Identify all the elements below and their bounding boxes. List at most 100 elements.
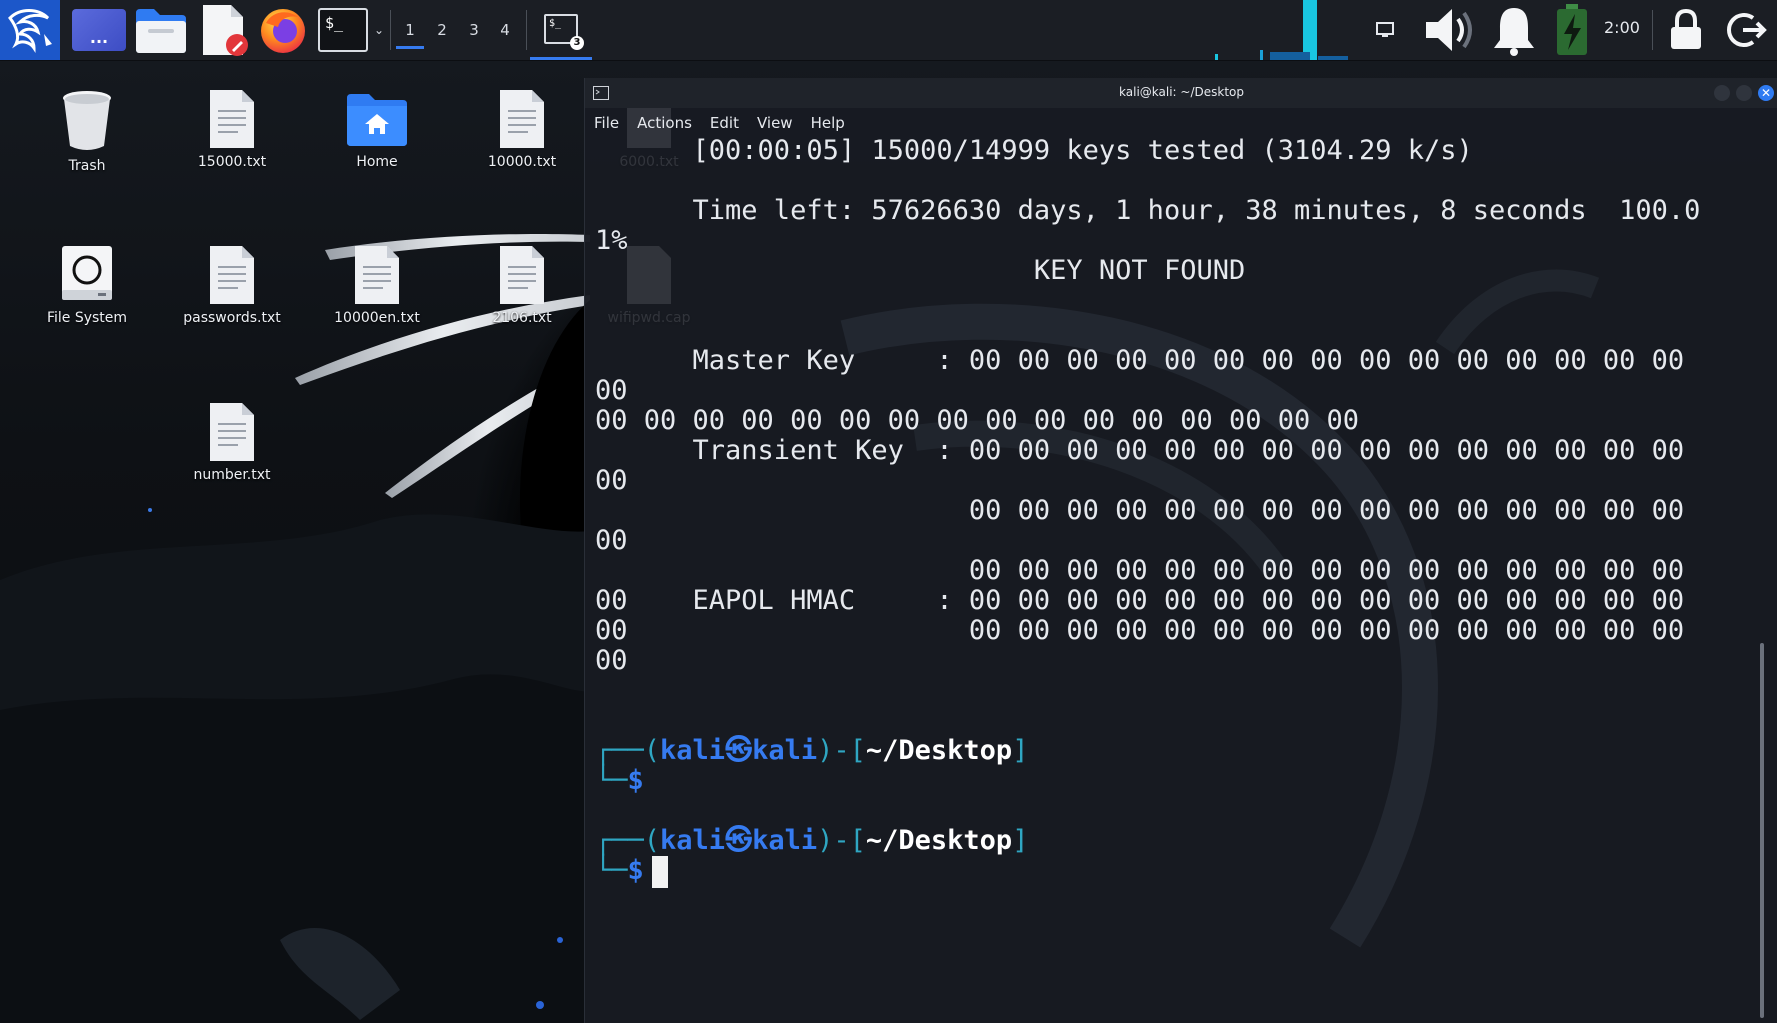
minimize-button[interactable]	[1714, 85, 1730, 101]
terminal-titlebar[interactable]: kali@kali: ~/Desktop ✕	[585, 78, 1777, 108]
desktop-icon-passwords-txt[interactable]: passwords.txt	[167, 246, 297, 326]
desktop-icon-label: 2106.txt	[492, 310, 552, 326]
prompt-host: kali	[752, 825, 818, 856]
lock-screen-button[interactable]	[1664, 0, 1708, 60]
terminal-line: KEY NOT FOUND	[595, 255, 1246, 286]
workspace-label: 1	[405, 21, 415, 39]
home-folder-icon	[347, 94, 407, 146]
menu-edit[interactable]: Edit	[701, 114, 748, 132]
terminal-line: 00	[595, 645, 628, 676]
launcher-dropdown-chevron-icon[interactable]: ⌄	[372, 0, 386, 60]
terminal-line: 00 00 00 00 00 00 00 00 00 00 00 00 00 0…	[595, 555, 1685, 586]
terminal-line: 00 EAPOL HMAC : 00 00 00 00 00 00 00 00 …	[595, 585, 1685, 616]
desktop-icon-file-system[interactable]: File System	[22, 246, 152, 326]
battery-tray-button[interactable]	[1552, 0, 1592, 60]
workspace-4-button[interactable]: 4	[491, 14, 519, 46]
terminal-launcher-label: $_	[325, 14, 344, 32]
desktop-icon-trash[interactable]: Trash	[22, 88, 152, 174]
shell-prompt-input[interactable]: └─$	[595, 854, 668, 888]
menu-help[interactable]: Help	[802, 114, 854, 132]
notifications-tray-button[interactable]	[1486, 0, 1542, 60]
desktop-icon-10000-txt[interactable]: 10000.txt	[457, 90, 587, 170]
terminal-line: 1%	[595, 225, 628, 256]
close-icon: ✕	[1760, 86, 1772, 100]
terminal-window[interactable]: 6000.txt wifipwd.cap kali@kali: ~/Deskto…	[584, 78, 1777, 1023]
close-button[interactable]: ✕	[1758, 85, 1774, 101]
terminal-launcher[interactable]: $_	[315, 0, 371, 60]
text-file-icon	[210, 90, 254, 148]
terminal-line: Time left: 57626630 days, 1 hour, 38 min…	[595, 195, 1701, 226]
desktop-icon-label: number.txt	[193, 467, 271, 483]
terminal-line: 00 00 00 00 00 00 00 00 00 00 00 00 00 0…	[595, 495, 1685, 526]
workspace-1-button[interactable]: 1	[396, 14, 424, 49]
prompt-frame: )-[	[817, 825, 866, 856]
text-file-icon	[500, 246, 544, 304]
display-tray-button[interactable]	[1368, 0, 1402, 60]
battery-charging-icon	[1557, 4, 1587, 55]
terminal-output[interactable]: [00:00:05] 15000/14999 keys tested (3104…	[595, 135, 1755, 1018]
workspace-2-button[interactable]: 2	[428, 14, 456, 46]
text-file-icon	[210, 403, 254, 461]
desktop-icon-label: 15000.txt	[197, 154, 267, 170]
menu-view[interactable]: View	[748, 114, 802, 132]
prompt-at: ㉿	[725, 735, 753, 766]
taskbar-separator	[526, 10, 527, 50]
logout-icon	[1727, 13, 1767, 47]
terminal-line: 00	[595, 465, 628, 496]
volume-tray-button[interactable]	[1420, 0, 1480, 60]
clock[interactable]: 2:00	[1604, 18, 1640, 37]
task-button-label: $_	[549, 17, 562, 29]
workspace-3-button[interactable]: 3	[460, 14, 488, 46]
desktop-icon-label: File System	[46, 310, 128, 326]
task-count-badge: 3	[570, 35, 584, 50]
prompt-user: kali	[660, 825, 726, 856]
app-menu-button[interactable]	[0, 0, 60, 60]
firefox-launcher[interactable]	[256, 0, 310, 60]
text-cursor	[651, 855, 668, 888]
desktop-icon-home[interactable]: Home	[312, 90, 442, 170]
menu-file[interactable]: File	[585, 114, 628, 132]
terminal-line: 00	[595, 525, 628, 556]
kali-dragon-icon	[8, 9, 52, 53]
desktop-icon-number-txt[interactable]: number.txt	[167, 403, 297, 483]
prompt-dollar: $	[627, 765, 644, 796]
file-manager-launcher[interactable]	[132, 0, 190, 60]
terminal-line: Transient Key : 00 00 00 00 00 00 00 00 …	[595, 435, 1685, 466]
desktop-icon-label: 10000en.txt	[334, 310, 420, 326]
show-desktop-icon: ...	[72, 9, 126, 51]
terminal-line: Master Key : 00 00 00 00 00 00 00 00 00 …	[595, 345, 1685, 376]
terminal-icon: $_ 3	[544, 13, 584, 50]
prompt-frame: ]	[1012, 825, 1029, 856]
prompt-frame: ]	[1012, 735, 1029, 766]
shell-prompt: ┌──(kali㉿kali)-[~/Desktop]	[595, 824, 1028, 858]
terminal-scrollbar[interactable]	[1760, 643, 1764, 1018]
prompt-frame: ┌──(	[595, 825, 661, 856]
show-desktop-launcher[interactable]: ...	[70, 0, 128, 60]
desktop-icon-label: 10000.txt	[487, 154, 557, 170]
prompt-corner: └─	[595, 765, 628, 796]
display-icon	[1376, 22, 1394, 37]
menu-actions[interactable]: Actions	[628, 114, 701, 132]
cpu-graph	[1215, 0, 1348, 60]
prompt-path: ~/Desktop	[865, 825, 1013, 856]
taskbar: ... $_ ⌄ 1 2 3 4 $_ 3 2:00	[0, 0, 1777, 61]
prompt-corner: └─	[595, 855, 628, 886]
prompt-dollar: $	[627, 855, 644, 886]
desktop-icon-2106-txt[interactable]: 2106.txt	[457, 246, 587, 326]
lock-icon	[1671, 9, 1701, 49]
desktop-icon-15000-txt[interactable]: 15000.txt	[167, 90, 297, 170]
prompt-frame: )-[	[817, 735, 866, 766]
maximize-button[interactable]	[1736, 85, 1752, 101]
prompt-at: ㉿	[725, 825, 753, 856]
text-editor-launcher[interactable]	[196, 0, 252, 60]
text-file-icon	[355, 246, 399, 304]
desktop-icon-10000en-txt[interactable]: 10000en.txt	[312, 246, 442, 326]
terminal-line: 00 00 00 00 00 00 00 00 00 00 00 00 00 0…	[595, 615, 1685, 646]
terminal-task-button[interactable]: $_ 3	[530, 0, 592, 60]
bell-icon	[1494, 8, 1534, 56]
drive-icon	[62, 246, 112, 300]
shell-prompt-input: └─$	[595, 764, 644, 798]
logout-button[interactable]	[1722, 0, 1772, 60]
prompt-frame: ┌──(	[595, 735, 661, 766]
workspace-label: 3	[469, 21, 479, 39]
